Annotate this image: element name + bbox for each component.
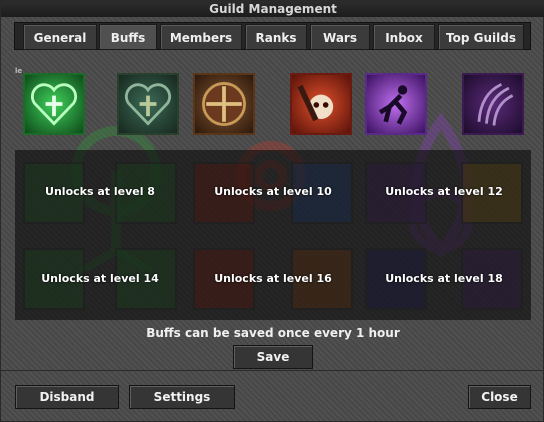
tab-top-guilds[interactable]: Top Guilds <box>438 24 524 50</box>
tab-inbox[interactable]: Inbox <box>373 24 435 50</box>
save-button[interactable]: Save <box>233 345 313 369</box>
purple-runner-icon <box>378 85 408 125</box>
skull-hammer-icon <box>297 84 334 122</box>
tab-members[interactable]: Members <box>160 24 242 50</box>
tab-buffs[interactable]: Buffs <box>99 24 157 50</box>
tab-wars[interactable]: Wars <box>310 24 370 50</box>
buffs-save-note: Buffs can be saved once every 1 hour <box>146 326 400 340</box>
buff-slot-1[interactable] <box>23 73 85 135</box>
buff-slot-3[interactable] <box>193 73 255 135</box>
locked-buffs-panel: Unlocks at level 8 Unlocks at level 10 U… <box>15 150 531 320</box>
unlock-label-level-10: Unlocks at level 10 <box>214 185 332 198</box>
buff-slot-2[interactable] <box>117 73 179 135</box>
divider <box>1 370 544 371</box>
shield-cross-icon <box>202 82 246 126</box>
tab-general[interactable]: General <box>23 24 97 50</box>
green-heart-cross-icon <box>31 83 77 126</box>
tab-edge-mark: le <box>15 67 23 75</box>
buff-slot-4[interactable] <box>290 73 352 135</box>
guild-management-window: Guild Management General Buffs Members R… <box>0 0 544 422</box>
close-button[interactable]: Close <box>468 385 531 409</box>
buff-slot-6[interactable] <box>462 73 524 135</box>
buff-slot-5[interactable] <box>365 73 427 135</box>
unlock-label-level-14: Unlocks at level 14 <box>41 272 159 285</box>
disband-button[interactable]: Disband <box>15 385 119 409</box>
unlock-label-level-18: Unlocks at level 18 <box>385 272 503 285</box>
unlock-label-level-12: Unlocks at level 12 <box>385 185 503 198</box>
unlock-label-level-16: Unlocks at level 16 <box>214 272 332 285</box>
unlock-label-level-8: Unlocks at level 8 <box>45 185 155 198</box>
tab-ranks[interactable]: Ranks <box>245 24 307 50</box>
settings-button[interactable]: Settings <box>129 385 235 409</box>
dark-heart-cross-icon <box>125 83 171 126</box>
purple-claw-icon <box>477 83 514 126</box>
window-title: Guild Management <box>1 1 544 17</box>
